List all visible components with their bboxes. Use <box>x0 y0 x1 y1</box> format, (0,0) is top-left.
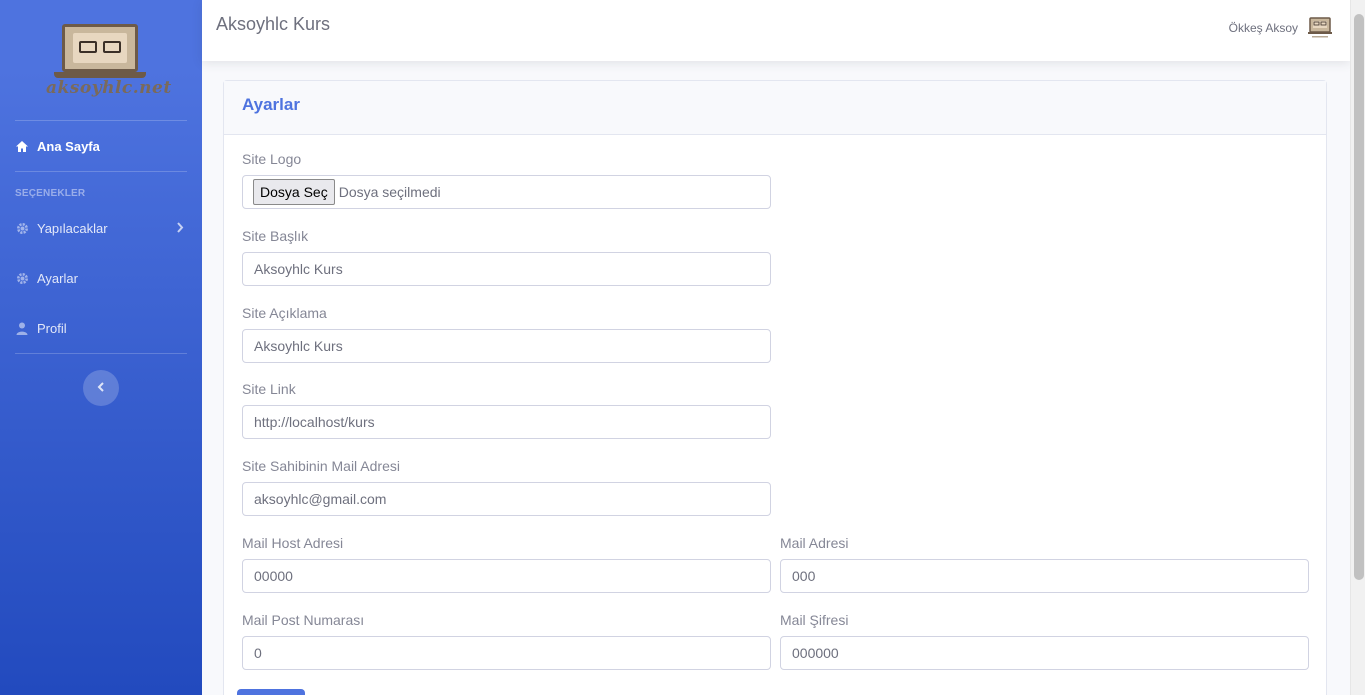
mail-host-label: Mail Host Adresi <box>242 535 344 551</box>
cog-icon <box>15 221 29 235</box>
sidebar-divider <box>15 353 187 354</box>
mail-port-field: Mail Post Numarası 0 <box>242 612 771 670</box>
mail-adres-field: Mail Adresi 000 <box>780 535 1309 593</box>
user-menu[interactable]: Ökkeş Aksoy <box>1229 16 1334 40</box>
brand-logo[interactable]: aksoyhlc.net <box>46 20 172 100</box>
mail-port-label: Mail Post Numarası <box>242 612 365 628</box>
card-title: Ayarlar <box>242 95 300 114</box>
site-logo-file-input[interactable]: Dosya Seç Dosya seçilmedi <box>242 175 771 209</box>
home-icon <box>15 139 29 153</box>
sidebar-item-label: Ayarlar <box>37 270 78 286</box>
page-title: Aksoyhlc Kurs <box>216 14 331 34</box>
site-logo-label: Site Logo <box>242 151 302 167</box>
settings-card: Ayarlar Site Logo Dosya Seç Dosya seçilm… <box>223 80 1327 695</box>
site-link-label: Site Link <box>242 381 296 397</box>
sidebar-heading: SEÇENEKLER <box>15 188 86 199</box>
cog-icon <box>15 271 29 285</box>
sidebar-item-ana-sayfa[interactable]: Ana Sayfa <box>0 121 202 171</box>
sidebar: aksoyhlc.net Ana Sayfa SEÇENEKLER Yapıla… <box>0 0 202 695</box>
site-aciklama-input[interactable]: Aksoyhlc Kurs <box>242 329 771 363</box>
scrollbar-thumb[interactable] <box>1354 14 1364 580</box>
avatar[interactable] <box>1306 16 1334 40</box>
site-link-field: Site Link http://localhost/kurs <box>242 381 771 439</box>
mail-adres-label: Mail Adresi <box>780 535 849 551</box>
site-baslik-field: Site Başlık Aksoyhlc Kurs <box>242 228 771 286</box>
submit-button[interactable] <box>237 689 305 695</box>
user-icon <box>15 321 29 335</box>
chevron-right-icon <box>176 221 184 236</box>
mail-host-field: Mail Host Adresi 00000 <box>242 535 771 593</box>
site-aciklama-label: Site Açıklama <box>242 305 327 321</box>
chevron-left-icon <box>97 379 105 397</box>
sidebar-item-yapilacaklar[interactable]: Yapılacaklar <box>0 203 202 253</box>
brand-logo-text: aksoyhlc.net <box>46 78 172 98</box>
site-aciklama-field: Site Açıklama Aksoyhlc Kurs <box>242 305 771 363</box>
sidebar-item-label: Profil <box>37 320 67 336</box>
mail-sifre-field: Mail Şifresi 000000 <box>780 612 1309 670</box>
file-status: Dosya seçilmedi <box>338 184 441 200</box>
site-link-input[interactable]: http://localhost/kurs <box>242 405 771 439</box>
site-mail-input[interactable]: aksoyhlc@gmail.com <box>242 482 771 516</box>
sidebar-item-label: Ana Sayfa <box>37 138 100 154</box>
site-mail-field: Site Sahibinin Mail Adresi aksoyhlc@gmai… <box>242 458 771 516</box>
sidebar-item-profil[interactable]: Profil <box>0 303 202 353</box>
sidebar-item-ayarlar[interactable]: Ayarlar <box>0 253 202 303</box>
page-scrollbar[interactable] <box>1350 0 1365 695</box>
mail-host-input[interactable]: 00000 <box>242 559 771 593</box>
sidebar-toggle-button[interactable] <box>83 370 119 406</box>
card-header: Ayarlar <box>224 81 1326 135</box>
site-baslik-label: Site Başlık <box>242 228 309 244</box>
sidebar-item-label: Yapılacaklar <box>37 220 108 236</box>
sidebar-brand[interactable]: aksoyhlc.net <box>0 0 202 120</box>
mail-sifre-input[interactable]: 000000 <box>780 636 1309 670</box>
site-logo-field: Site Logo Dosya Seç Dosya seçilmedi <box>242 151 771 209</box>
topbar: Aksoyhlc Kurs Ökkeş Aksoy <box>202 0 1350 61</box>
site-baslik-input[interactable]: Aksoyhlc Kurs <box>242 252 771 286</box>
choose-file-button[interactable]: Dosya Seç <box>253 179 335 205</box>
mail-sifre-label: Mail Şifresi <box>780 612 849 628</box>
user-name: Ökkeş Aksoy <box>1228 20 1298 35</box>
mail-port-input[interactable]: 0 <box>242 636 771 670</box>
site-mail-label: Site Sahibinin Mail Adresi <box>242 458 400 474</box>
mail-adres-input[interactable]: 000 <box>780 559 1309 593</box>
